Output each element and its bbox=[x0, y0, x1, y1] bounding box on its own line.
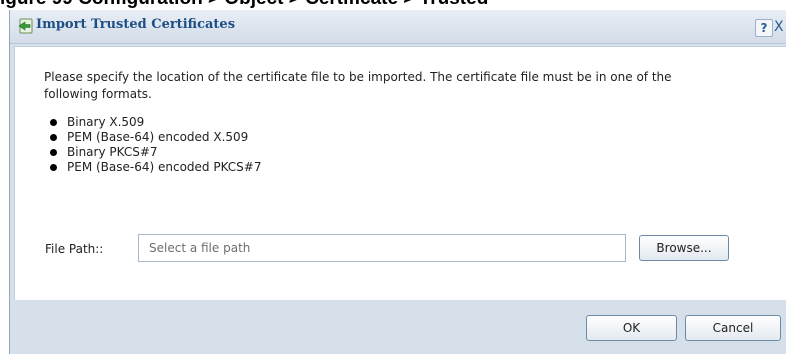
dialog-footer: OK Cancel bbox=[10, 300, 786, 354]
import-trusted-certificates-dialog: Import Trusted Certificates ? X Please s… bbox=[9, 10, 786, 354]
format-item-label: PEM (Base-64) encoded PKCS#7 bbox=[67, 160, 262, 174]
file-path-input[interactable] bbox=[138, 234, 626, 262]
import-certificate-icon bbox=[17, 17, 35, 35]
dialog-title: Import Trusted Certificates bbox=[36, 17, 236, 32]
format-item: Binary PKCS#7 bbox=[49, 145, 261, 160]
bullet-icon bbox=[50, 164, 57, 171]
format-item-label: Binary X.509 bbox=[67, 115, 145, 129]
intro-text: Please specify the location of the certi… bbox=[44, 70, 672, 101]
format-item: Binary X.509 bbox=[49, 115, 261, 130]
file-path-label: File Path:: bbox=[45, 242, 104, 256]
browse-button[interactable]: Browse... bbox=[639, 235, 729, 261]
format-list: Binary X.509 PEM (Base-64) encoded X.509… bbox=[49, 115, 261, 175]
format-item-label: Binary PKCS#7 bbox=[67, 145, 158, 159]
bullet-icon bbox=[50, 134, 57, 141]
cancel-button[interactable]: Cancel bbox=[685, 315, 781, 341]
format-item: PEM (Base-64) encoded X.509 bbox=[49, 130, 261, 145]
bullet-icon bbox=[50, 119, 57, 126]
bullet-icon bbox=[50, 149, 57, 156]
format-item-label: PEM (Base-64) encoded X.509 bbox=[67, 130, 249, 144]
close-button[interactable]: X bbox=[774, 19, 786, 35]
help-button[interactable]: ? bbox=[755, 19, 773, 37]
dialog-content: Please specify the location of the certi… bbox=[14, 46, 786, 301]
ok-button[interactable]: OK bbox=[586, 315, 677, 341]
format-item: PEM (Base-64) encoded PKCS#7 bbox=[49, 160, 261, 175]
dialog-titlebar: Import Trusted Certificates ? X bbox=[10, 10, 786, 44]
document-figure-caption: igure 99 Configuration > Object > Certif… bbox=[0, 0, 786, 10]
